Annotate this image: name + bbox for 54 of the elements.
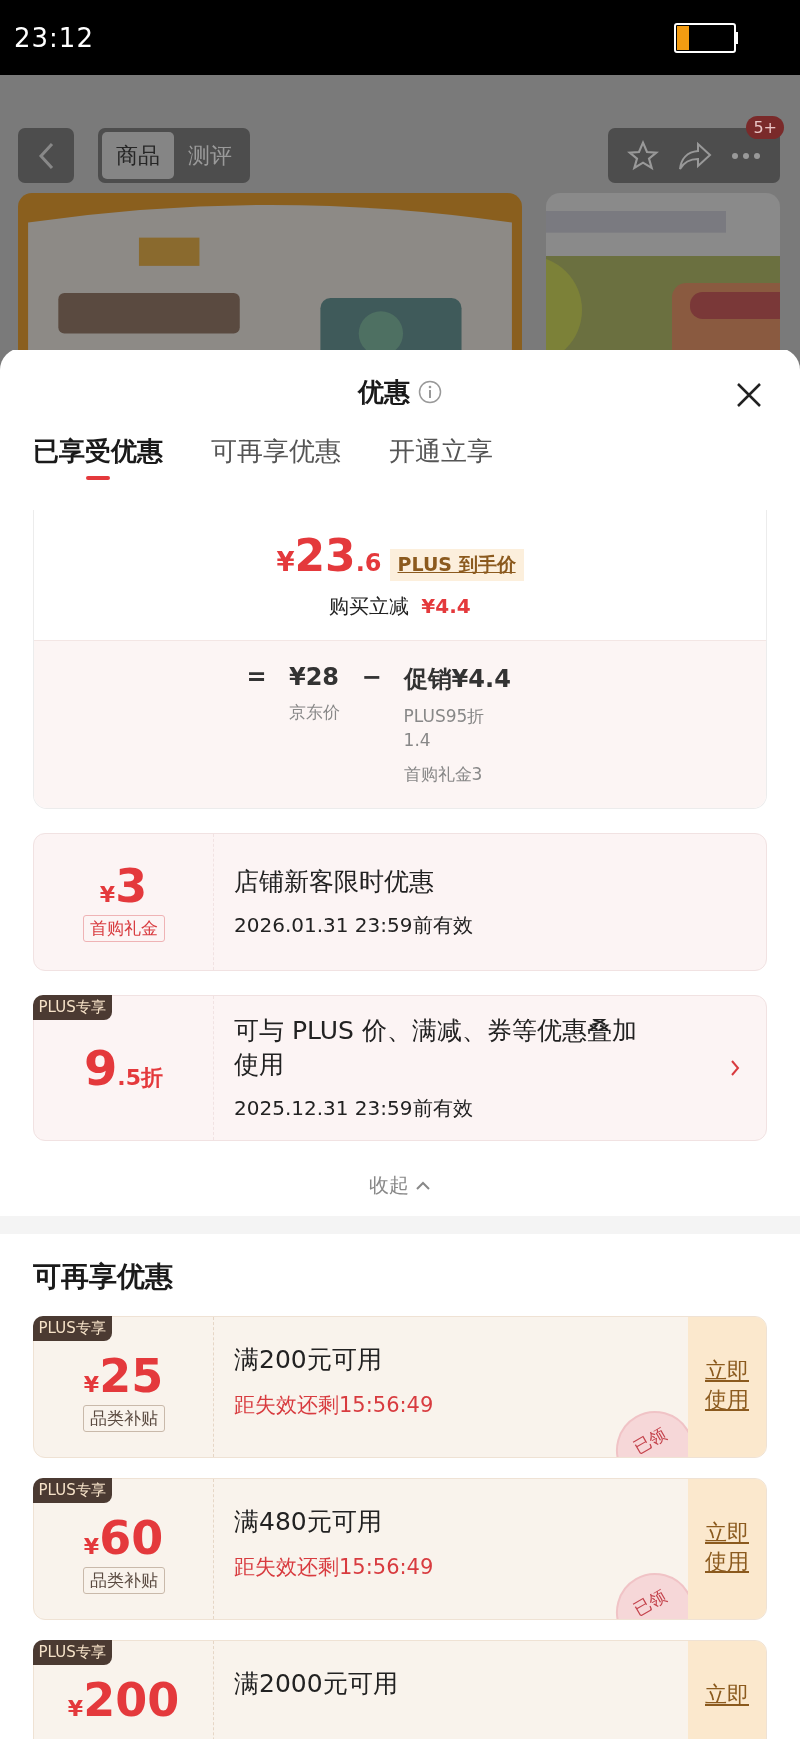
plus-badge: PLUS专享 (32, 994, 112, 1020)
offer-title: 店铺新客限时优惠 (234, 865, 435, 898)
jd-price-label: 京东价 (288, 701, 340, 724)
plus-badge: PLUS专享 (32, 1315, 112, 1341)
status-time: 23:12 (14, 22, 94, 53)
minus-sign: − (361, 663, 382, 693)
countdown-text: 距失效还剩15:56:49 (234, 1391, 435, 1419)
segment-tab[interactable]: 商品 (102, 132, 174, 179)
jd-price: ¥28 (288, 663, 340, 691)
plus-badge: PLUS专享 (32, 1639, 112, 1665)
offer-tab[interactable]: 开通立享 (389, 432, 493, 484)
more-icon[interactable] (730, 151, 761, 160)
coupon-condition: 满480元可用 (234, 1506, 383, 1538)
collapse-button[interactable]: 收起 (363, 1171, 437, 1200)
equals-sign: = (246, 663, 267, 693)
plus-badge: PLUS专享 (32, 1477, 112, 1503)
offer-tab[interactable]: 可再享优惠 (211, 432, 341, 484)
back-icon (38, 141, 54, 170)
validity-text: 2026.01.31 23:59前有效 (234, 912, 474, 940)
use-now-button[interactable]: 立即使用 (688, 1479, 766, 1619)
reduction-label: 购买立减 (329, 593, 410, 620)
cash-amount: ¥3 (99, 862, 148, 909)
sheet-title: 优惠 (358, 375, 410, 409)
back-button[interactable] (18, 128, 74, 183)
star-icon[interactable] (627, 139, 660, 172)
chevron-right-icon[interactable] (730, 1059, 740, 1077)
battery-icon (674, 22, 738, 53)
notification-badge: 5+ (746, 116, 784, 139)
coupon-amount: ¥60 (83, 1515, 164, 1561)
coupon-amount: ¥25 (83, 1353, 164, 1399)
discount-amount: 9.5折 (83, 1044, 164, 1092)
share-icon[interactable] (678, 140, 712, 171)
offer-title: 可与 PLUS 价、满减、券等优惠叠加使用 (234, 1014, 638, 1081)
validity-text: 2025.12.31 23:59前有效 (234, 1095, 474, 1123)
promo-detail: 首购礼金3 (403, 762, 483, 786)
section-title: 可再享优惠 (33, 1259, 174, 1295)
promo-detail: PLUS95折 1.4 (403, 705, 486, 752)
coupon-condition: 满2000元可用 (234, 1668, 399, 1700)
plus-price-tag[interactable]: PLUS 到手价 (389, 549, 524, 581)
category-tag: 品类补贴 (82, 1405, 165, 1432)
chevron-up-icon (415, 1180, 431, 1191)
category-tag: 品类补贴 (82, 1567, 165, 1594)
coupon-condition: 满200元可用 (234, 1344, 383, 1376)
final-price: ¥23.6 (276, 530, 382, 581)
countdown-text: 距失效还剩15:56:49 (234, 1553, 435, 1581)
reduction-amount: ¥4.4 (421, 594, 471, 618)
info-icon[interactable] (418, 380, 442, 404)
coupon-amount: ¥200 (67, 1677, 180, 1723)
use-now-button[interactable]: 立即 (688, 1641, 766, 1739)
gift-tag: 首购礼金 (82, 914, 165, 942)
segment-tab[interactable]: 测评 (174, 132, 246, 179)
promo-amount: 促销¥4.4 (403, 664, 511, 695)
offer-tab[interactable]: 已享受优惠 (33, 432, 163, 484)
use-now-button[interactable]: 立即使用 (688, 1317, 766, 1457)
